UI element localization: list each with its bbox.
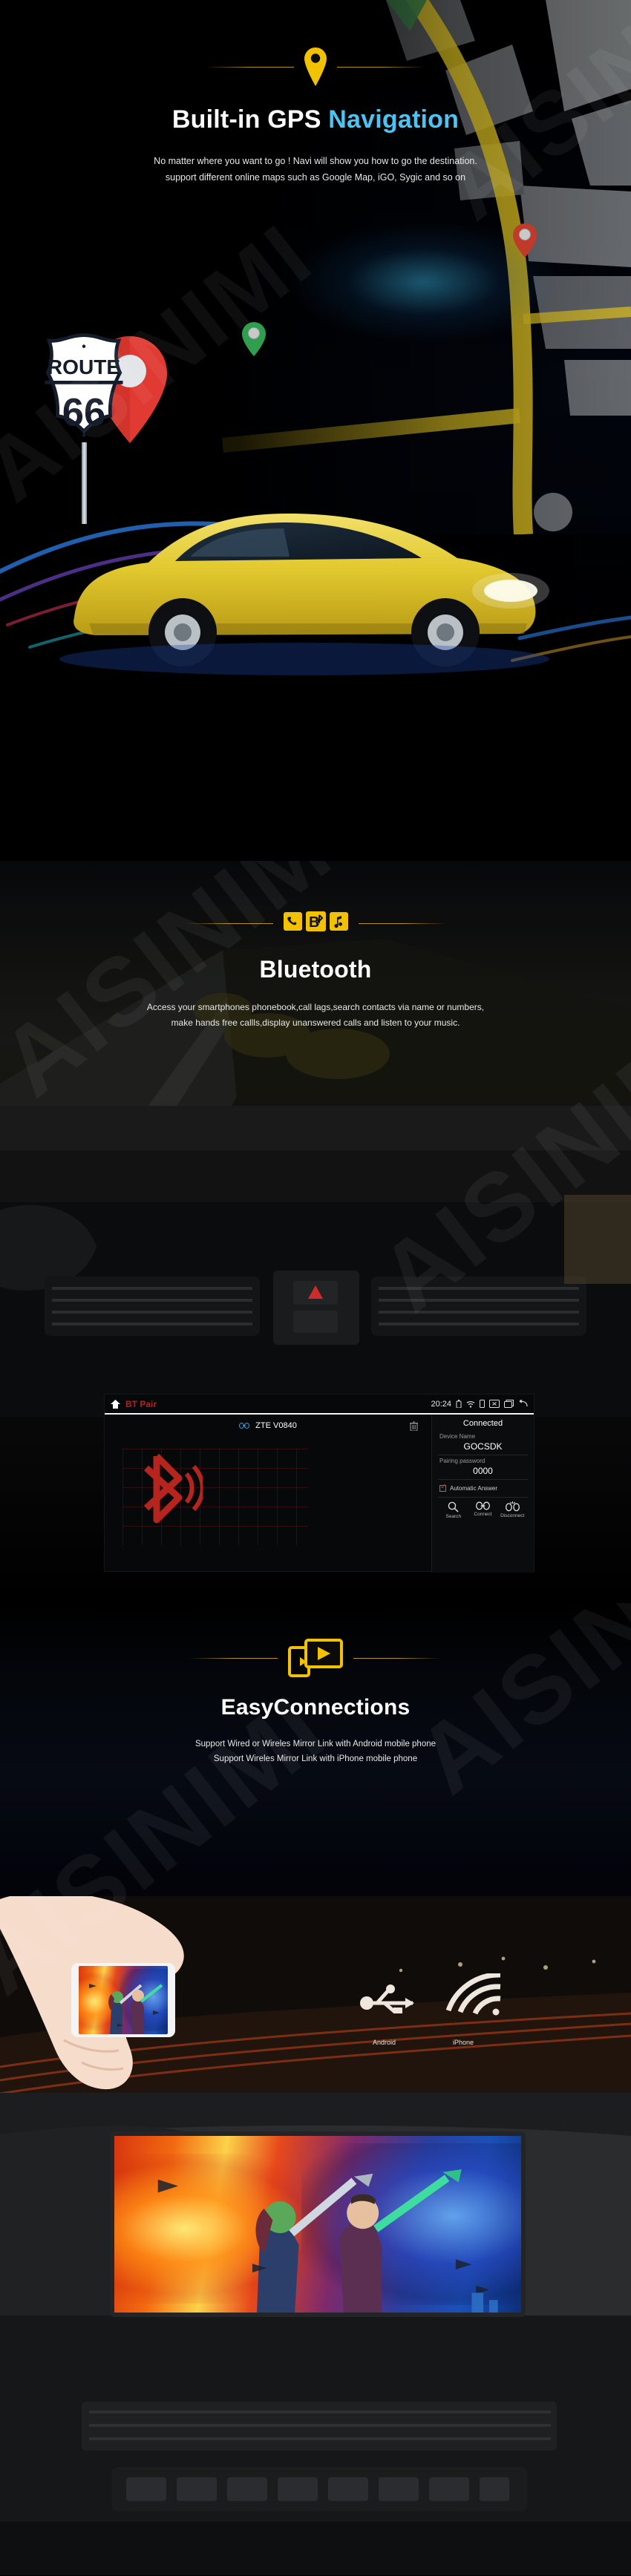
bt-pairing-password-label: Pairing password <box>439 1458 485 1464</box>
bt-pair-device-list: ZTE V0840 <box>105 1415 431 1573</box>
wifi-icon <box>466 1400 475 1408</box>
gps-navigation-section: Built-in GPS Navigation No matter where … <box>0 0 631 861</box>
divider-line-left <box>206 66 294 68</box>
bt-device-row[interactable]: ZTE V0840 <box>105 1418 431 1433</box>
connection-label-iphone: iPhone <box>453 2039 474 2046</box>
car-dashboard-photo <box>0 1106 631 1418</box>
car-illustration <box>59 514 549 675</box>
connection-label-android: Android <box>373 2039 396 2046</box>
bluetooth-icon: B <box>305 911 326 935</box>
button-label: Search <box>445 1514 462 1519</box>
button-label: Connect <box>474 1512 492 1517</box>
usb-icon <box>456 1400 462 1408</box>
back-icon[interactable] <box>518 1400 528 1408</box>
route-66-sign: ROUTE 66 <box>45 333 123 437</box>
phone-icon <box>480 1400 485 1408</box>
phone-screen-content <box>79 1966 168 2034</box>
easyconnections-section: EasyConnections Support Wired or Wireles… <box>0 1603 631 2576</box>
search-button[interactable]: Search <box>439 1501 468 1519</box>
checkbox-box <box>439 1483 446 1492</box>
status-time: 20:24 <box>431 1399 451 1409</box>
screen-mirror-icon <box>288 1639 343 1677</box>
bt-pair-details-panel: Connected Device Name GOCSDK Pairing pas… <box>431 1415 534 1573</box>
route-sign-number-text: 66 <box>62 391 105 435</box>
bt-pair-statusbar: BT Pair 20:24 <box>105 1394 534 1415</box>
bluetooth-desc-line-1: Access your smartphones phonebook,call l… <box>146 1002 485 1012</box>
bt-pairing-password-value[interactable]: 0000 <box>438 1464 528 1480</box>
divider-line-right <box>358 922 446 924</box>
gps-title-blue: Navigation <box>328 105 460 134</box>
head-unit-screen <box>110 2131 526 2317</box>
search-icon <box>448 1501 459 1513</box>
disconnect-button[interactable]: Disconnect <box>497 1501 527 1519</box>
bluetooth-desc-line-2: make hands free callls,display unanswere… <box>171 1017 460 1028</box>
window-icon[interactable] <box>504 1400 514 1408</box>
easyconnections-desc-line-2: Support Wireles Mirror Link with iPhone … <box>213 1754 418 1764</box>
bt-device-name-value[interactable]: GOCSDK <box>438 1440 528 1455</box>
gps-desc-line-1: No matter where you want to go ! Navi wi… <box>154 156 477 166</box>
gps-title-white: Built-in GPS <box>171 105 329 134</box>
bt-device-name-label: Device Name <box>439 1433 476 1440</box>
home-icon[interactable] <box>111 1399 120 1409</box>
divider-line-right <box>353 1657 441 1659</box>
divider-line-left <box>185 922 273 924</box>
gps-section-divider <box>0 46 631 88</box>
map-pin-red-far-icon <box>513 223 537 258</box>
broken-link-icon <box>505 1501 520 1512</box>
phone-icon <box>283 912 302 934</box>
wifi-icon <box>445 1973 501 2016</box>
map-pin-green-icon <box>242 322 266 356</box>
bt-pair-title: BT Pair <box>125 1398 157 1409</box>
easyconnections-desc-line-1: Support Wired or Wireles Mirror Link wit… <box>194 1740 437 1749</box>
easyconnections-title: EasyConnections <box>220 1695 411 1720</box>
movie-poster-figures <box>89 1984 163 2034</box>
button-label: Disconnect <box>500 1513 525 1518</box>
bt-device-name: ZTE V0840 <box>255 1421 297 1430</box>
bluetooth-header-icons: B <box>283 911 348 935</box>
hand-holding-phone-photo: Android iPhone <box>0 1896 631 2111</box>
bluetooth-section-divider: B <box>0 861 631 935</box>
close-box-icon[interactable] <box>489 1400 500 1408</box>
gps-desc-line-2: support different online maps such as Go… <box>165 171 466 183</box>
connect-button[interactable]: Connect <box>468 1501 498 1519</box>
bt-pair-status-icons: 20:24 <box>431 1400 528 1409</box>
mobile-phone-device <box>71 1963 175 2037</box>
divider-line-right <box>337 66 425 68</box>
divider-line-left <box>190 1657 278 1659</box>
trash-icon[interactable] <box>410 1421 418 1431</box>
bluetooth-large-icon <box>143 1453 203 1524</box>
automatic-answer-label: Automatic Answer <box>450 1485 498 1492</box>
music-note-icon <box>329 912 348 934</box>
automatic-answer-checkbox[interactable]: Automatic Answer <box>438 1480 528 1497</box>
bluetooth-section-title: Bluetooth <box>259 956 372 983</box>
bt-connected-label: Connected <box>462 1419 503 1428</box>
gps-section-title: Built-in GPS Navigation <box>0 105 631 134</box>
route-sign-top-text: ROUTE <box>48 355 120 378</box>
head-unit-movie-figures <box>157 2169 498 2313</box>
easyconnections-divider <box>0 1603 631 1677</box>
map-pin-icon <box>304 46 327 88</box>
link-icon <box>239 1423 250 1429</box>
link-icon <box>476 1501 490 1510</box>
bt-pair-screen: BT Pair 20:24 ZTE V0840 Connected Device… <box>104 1394 534 1573</box>
dashboard-mirror-photo <box>0 2093 631 2575</box>
usb-icon <box>360 1985 414 2013</box>
bt-pair-button-row: Search Connect Disconnect <box>438 1497 528 1519</box>
